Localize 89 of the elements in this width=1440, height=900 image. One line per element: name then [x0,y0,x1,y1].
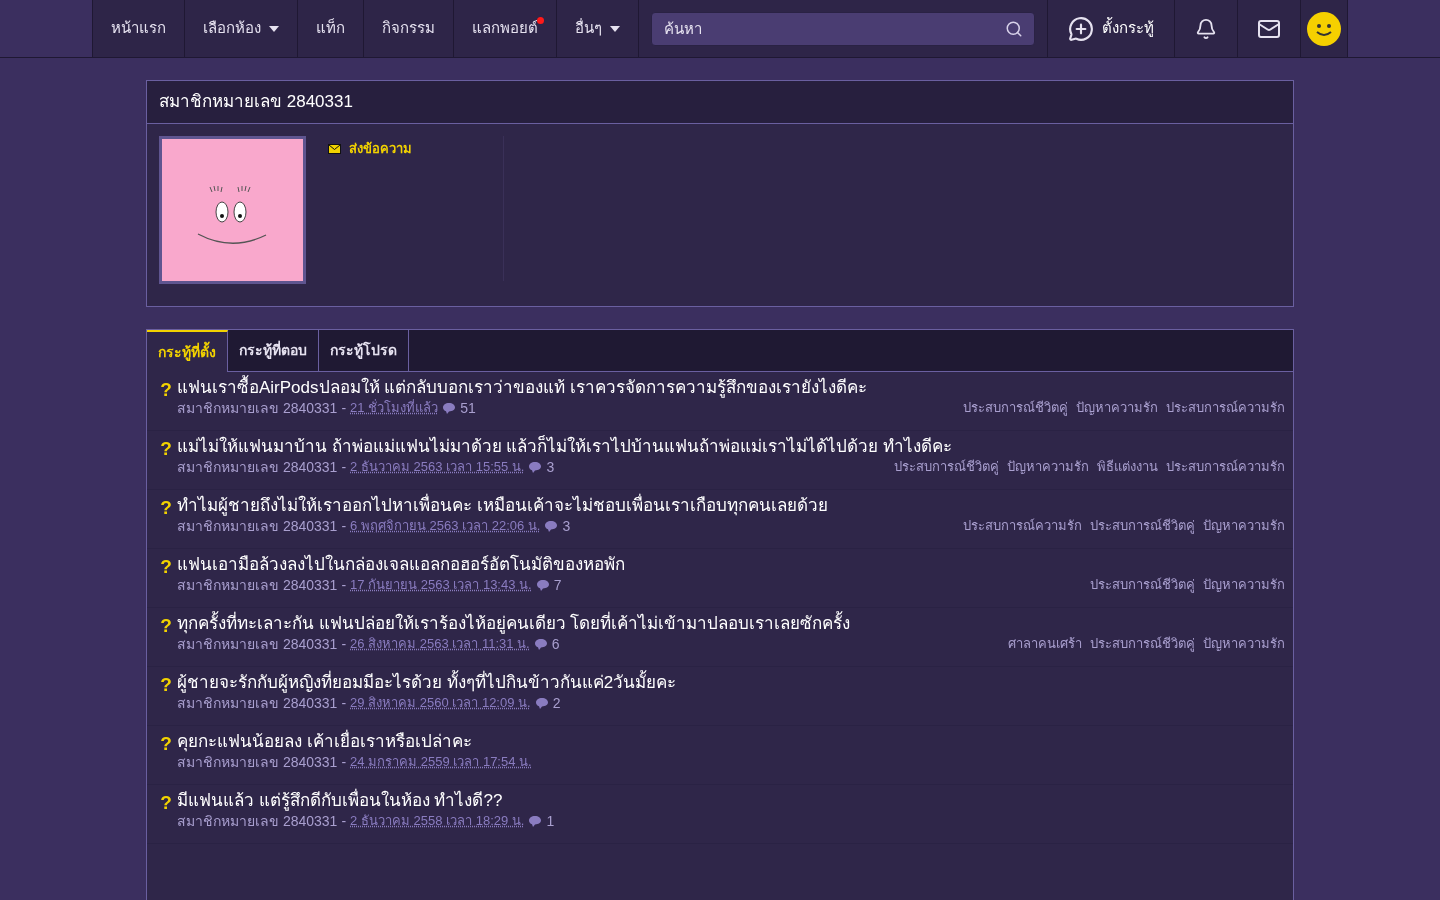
author-name: สมาชิกหมายเลข 2840331 [177,812,338,830]
separator-dash: - [341,399,347,417]
tag-link[interactable]: ปัญหาความรัก [1007,458,1089,476]
comment-count: 6 [551,635,560,653]
comment-count: 51 [460,399,476,417]
nav-link[interactable]: หน้าแรก [93,0,185,57]
comment-icon [533,637,548,651]
comment-icon [442,401,457,415]
comment-icon [528,814,543,828]
separator-dash: - [341,517,347,535]
caret-icon [269,25,279,32]
comment-count: 1 [546,812,555,830]
comment-count: 3 [546,458,555,476]
topic-title-link[interactable]: แฟนเราซื้อAirPodsปลอมให้ แต่กลับบอกเราว่าของแท้ เราควรจัดการความรู้สึกของเรายังไงดีคะ [177,377,1285,399]
tag-link[interactable]: ประสบการณ์ความรัก [1166,399,1285,417]
add-comment-icon [1068,15,1094,42]
smiley-icon [1307,11,1341,46]
author-name: สมาชิกหมายเลข 2840331 [177,694,338,712]
nav-link[interactable]: เลือกห้อง [185,0,298,57]
comment-icon [528,460,543,474]
tag-link[interactable]: ประสบการณ์ชีวิตคู่ [1090,635,1195,653]
author-name: สมาชิกหมายเลข 2840331 [177,753,338,771]
post-time-link[interactable]: 17 กันยายน 2563 เวลา 13:43 น. [350,576,532,594]
comment-count: 7 [553,576,562,594]
comment-icon [535,578,550,592]
separator-dash: - [341,753,347,771]
post-time-link[interactable]: 26 สิงหาคม 2563 เวลา 11:31 น. [350,635,530,653]
separator-dash: - [341,458,347,476]
nav-link[interactable]: แท็ก [298,0,364,57]
post-time-link[interactable]: 2 ธันวาคม 2563 เวลา 15:55 น. [350,458,525,476]
question-icon: ? [155,557,177,599]
comment-count: 3 [562,517,571,535]
send-message-link[interactable]: ส่งข้อความ [328,139,503,159]
comment-icon [534,696,549,710]
nav-link[interactable]: แลกพอยต์ [454,0,557,57]
question-icon: ? [155,380,177,422]
separator-dash: - [341,635,347,653]
question-icon: ? [155,793,177,835]
tab[interactable]: กระทู้ที่ตั้ง [147,330,228,372]
tag-link[interactable]: ปัญหาความรัก [1203,576,1285,594]
post-time-link[interactable]: 2 ธันวาคม 2558 เวลา 18:29 น. [350,812,525,830]
tag-link[interactable]: ประสบการณ์ชีวิตคู่ [894,458,999,476]
tag-link[interactable]: พิธีแต่งงาน [1097,458,1158,476]
topic-title-link[interactable]: ทำไมผู้ชายถึงไม่ให้เราออกไปหาเพื่อนคะ เหมือนเค้าจะไม่ชอบเพื่อนเราเกือบทุกคนเลยด้วย [177,495,1285,517]
author-name: สมาชิกหมายเลข 2840331 [177,635,338,653]
author-name: สมาชิกหมายเลข 2840331 [177,458,338,476]
tag-link[interactable]: ประสบการณ์ความรัก [1166,458,1285,476]
author-name: สมาชิกหมายเลข 2840331 [177,576,338,594]
separator-dash: - [341,694,347,712]
bell-icon [1195,17,1217,40]
author-name: สมาชิกหมายเลข 2840331 [177,399,338,417]
tag-link[interactable]: ประสบการณ์ชีวิตคู่ [1090,517,1195,535]
tag-link[interactable]: ประสบการณ์ชีวิตคู่ [963,399,1068,417]
tag-link[interactable]: ปัญหาความรัก [1076,399,1158,417]
tag-link[interactable]: ปัญหาความรัก [1203,517,1285,535]
topic-title-link[interactable]: แม่ไม่ให้แฟนมาบ้าน ถ้าพ่อแม่แฟนไม่มาด้วย แล้วก็ไม่ให้เราไปบ้านแฟนถ้าพ่อแม่เราไม่ได้ไปด้วย ทำไงดีคะ [177,436,1285,458]
topic-title-link[interactable]: แฟนเอามือล้วงลงไปในกล่องเจลแอลกอฮอร์อัตโนมัติของหอพัก [177,554,1285,576]
topic-title-link[interactable]: มีแฟนแล้ว แต่รู้สึกดีกับเพื่อนในห้อง ทำไงดี?? [177,790,1285,812]
topic-title-link[interactable]: ผู้ชายจะรักกับผู้หญิงที่ยอมมีอะไรด้วย ทั้งๆที่ไปกินข้าวกันแค่2วันมั้ยคะ [177,672,1285,694]
comment-icon [544,519,559,533]
nav-link[interactable]: กิจกรรม [364,0,454,57]
nav-link[interactable]: อื่นๆ [557,0,639,57]
comment-count: 2 [552,694,561,712]
question-icon: ? [155,616,177,658]
separator-dash: - [341,576,347,594]
question-icon: ? [155,498,177,540]
tag-link[interactable]: ประสบการณ์ชีวิตคู่ [1090,576,1195,594]
post-time-link[interactable]: 21 ชั่วโมงที่แล้ว [350,399,439,417]
post-time-link[interactable]: 6 พฤศจิกายน 2563 เวลา 22:06 น. [350,517,541,535]
question-icon: ? [155,734,177,776]
envelope-icon [328,143,341,154]
question-icon: ? [155,675,177,717]
author-name: สมาชิกหมายเลข 2840331 [177,517,338,535]
topic-title-link[interactable]: คุยกะแฟนน้อยลง เค้าเยื่อเราหรือเปล่าคะ [177,731,1285,753]
tag-link[interactable]: ศาลาคนเศร้า [1008,635,1082,653]
new-topic-button[interactable]: ตั้งกระทู้ [1048,0,1175,57]
search-field[interactable]: ค้นหา [651,11,1035,46]
caret-icon [610,25,620,32]
search-icon[interactable] [1005,19,1023,38]
tag-link[interactable]: ปัญหาความรัก [1203,635,1285,653]
question-icon: ? [155,439,177,481]
profile-title: สมาชิกหมายเลข 2840331 [159,91,353,114]
topic-title-link[interactable]: ทุกครั้งที่ทะเลาะกัน แฟนปล่อยให้เราร้องไห้อยู่คนเดียว โดยที่เค้าไม่เข้ามาปลอบเราเลยซักครั้ง [177,613,1285,635]
tag-link[interactable]: ประสบการณ์ความรัก [963,517,1082,535]
post-time-link[interactable]: 24 มกราคม 2559 เวลา 17:54 น. [350,753,532,771]
tab[interactable]: กระทู้โปรด [319,330,409,371]
post-time-link[interactable]: 29 สิงหาคม 2560 เวลา 12:09 น. [350,694,531,712]
separator-dash: - [341,812,347,830]
tab[interactable]: กระทู้ที่ตอบ [228,330,319,371]
